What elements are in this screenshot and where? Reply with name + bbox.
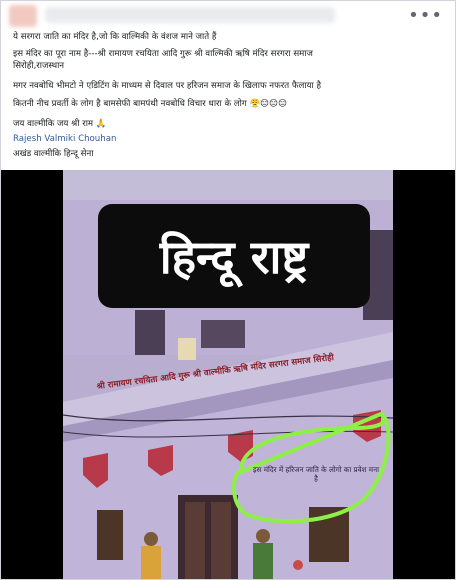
post-line-4: मगर नवबोधि भीमटो ने एडिटिंग के माध्यम से… (13, 81, 322, 91)
more-options-icon[interactable]: ••• (408, 5, 443, 26)
post-line-1: ये सरगरा जाति का मंदिर है,जो कि वाल्मिकी… (13, 32, 217, 42)
post-line-5: कितनी नीच प्रवर्ती के लोग है बामसेफी बाम… (13, 99, 288, 109)
author-avatar-blurred[interactable] (9, 5, 37, 27)
overlay-label-text: हिन्दू राष्ट्र (159, 230, 309, 284)
post-image[interactable]: हिन्दू राष्ट्र श्री रामायण रचयिता आदि गु… (1, 170, 455, 579)
post-line-3: सिरोही,राजस्थान (13, 61, 65, 71)
facebook-post-card: ••• ये सरगरा जाति का मंदिर है,जो कि वाल्… (0, 0, 456, 580)
post-line-2: इस मंदिर का पूरा नाम है---श्री रामायण रच… (13, 49, 313, 59)
author-name-blurred[interactable] (45, 7, 335, 23)
post-header: ••• (1, 1, 455, 31)
wall-notice-text: इस मंदिर में हरिजन जाति के लोगो का प्रवे… (253, 465, 379, 483)
post-signature: अखंड वाल्मीकि हिन्दू सेना (13, 149, 94, 159)
post-line-6: जय वाल्मीकि जय श्री राम 🙏 (13, 119, 107, 129)
author-profile-link[interactable]: Rajesh Valmiki Chouhan (13, 134, 116, 145)
